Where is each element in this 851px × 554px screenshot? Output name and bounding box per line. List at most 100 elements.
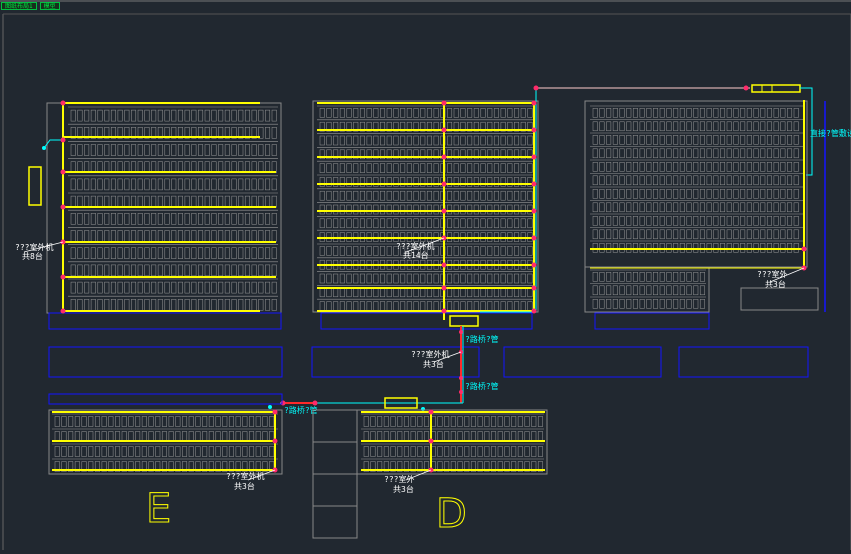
rack-cell xyxy=(333,301,339,311)
rack-cell xyxy=(740,148,746,159)
rack-cell xyxy=(244,109,250,122)
rack-cell xyxy=(487,204,493,215)
rack-cell xyxy=(326,301,332,311)
rack-cell xyxy=(480,204,486,215)
rack-cell xyxy=(171,247,177,259)
rack-cell xyxy=(77,281,83,294)
rack-cell xyxy=(693,135,699,145)
rack-cell xyxy=(151,213,157,225)
rack-cell xyxy=(157,178,163,191)
rack-cell xyxy=(766,148,772,159)
rack-cell xyxy=(359,163,365,173)
rack-cell xyxy=(117,281,123,294)
rack-cell xyxy=(514,287,520,298)
rack-cell xyxy=(686,299,692,309)
rack-cell xyxy=(224,299,230,311)
rack-cell xyxy=(90,247,96,259)
rack-cell xyxy=(733,189,739,199)
rack-cell xyxy=(740,202,746,213)
rack-cell xyxy=(639,148,645,159)
rack-cell xyxy=(353,108,359,118)
rack-cell xyxy=(339,287,345,298)
rack-cell xyxy=(77,195,83,208)
rack-cell xyxy=(177,195,183,208)
rack-cell xyxy=(686,229,692,240)
rack-cell xyxy=(131,144,137,156)
rack-cell xyxy=(137,109,143,122)
rack-cell xyxy=(746,243,752,253)
rack-cell xyxy=(168,416,174,427)
rack-cell xyxy=(626,299,632,309)
rack-cell xyxy=(686,162,692,172)
rack-cell xyxy=(108,416,114,427)
rack-cell xyxy=(406,163,412,173)
rack-cell xyxy=(720,243,726,253)
rack-cell xyxy=(612,148,618,159)
rack-cell xyxy=(500,273,506,284)
rack-cell xyxy=(740,216,746,226)
rack-cell xyxy=(386,190,392,201)
rack-cell xyxy=(380,204,386,215)
rack-cell xyxy=(333,204,339,215)
rack-cell xyxy=(224,178,230,191)
rack-cell xyxy=(659,243,665,253)
rack-cell xyxy=(699,175,705,186)
rack-cell xyxy=(592,243,598,253)
pipe-label-right: 直接?管敷设? xyxy=(810,128,851,138)
rack-cell xyxy=(104,178,110,191)
rack-cell xyxy=(373,108,379,118)
rack-cell xyxy=(373,135,379,146)
rack-cell xyxy=(117,264,123,277)
rack-cell xyxy=(693,175,699,186)
rack-cell xyxy=(480,177,486,187)
rack-cell xyxy=(195,416,201,427)
rack-cell xyxy=(447,246,453,256)
rack-cell xyxy=(467,163,473,173)
rack-cell xyxy=(606,175,612,186)
rack-cell xyxy=(713,148,719,159)
rack-cell xyxy=(460,190,466,201)
rack-cell xyxy=(659,135,665,145)
rack-cell xyxy=(359,273,365,284)
rack-cell xyxy=(420,135,426,146)
tab-layout[interactable]: 图纸布局1 xyxy=(1,2,37,10)
rack-cell xyxy=(363,446,369,457)
rack-cell xyxy=(117,299,123,311)
rack-cell xyxy=(493,108,499,118)
rack-cell xyxy=(537,416,543,427)
rack-cell xyxy=(231,247,237,259)
rack-cell xyxy=(464,446,470,457)
rack-cell xyxy=(787,243,793,253)
rack-cell xyxy=(679,108,685,118)
rack-cell xyxy=(380,177,386,187)
rack-cell xyxy=(679,243,685,253)
rack-cell xyxy=(632,285,638,296)
rack-cell xyxy=(413,287,419,298)
rack-cell xyxy=(653,299,659,309)
rack-cell xyxy=(746,189,752,199)
rack-cell xyxy=(646,148,652,159)
rack-cell xyxy=(410,416,416,427)
rack-cell xyxy=(453,287,459,298)
rack-cell xyxy=(426,301,432,311)
rack-cell xyxy=(514,135,520,146)
tab-model[interactable]: 模型 xyxy=(39,2,60,10)
rack-cell xyxy=(639,285,645,296)
rack-cell xyxy=(606,299,612,309)
cad-canvas[interactable]: 图纸布局1 模型 ???室外机 共8台 ???室外机 共14台 ???室外 共3… xyxy=(0,0,851,550)
rack-cell xyxy=(706,189,712,199)
rack-cell xyxy=(258,247,264,259)
rack-cell xyxy=(346,190,352,201)
rack-cell xyxy=(740,135,746,145)
rack-cell xyxy=(493,246,499,256)
rack-cell xyxy=(208,416,214,427)
rack-cell xyxy=(753,148,759,159)
rack-cell xyxy=(467,190,473,201)
rack-cell xyxy=(666,108,672,118)
rack-cell xyxy=(68,416,74,427)
rack-cell xyxy=(184,213,190,225)
rack-cell xyxy=(231,281,237,294)
rack-cell xyxy=(319,108,325,118)
rack-cell xyxy=(101,446,107,457)
rack-cell xyxy=(97,299,103,311)
